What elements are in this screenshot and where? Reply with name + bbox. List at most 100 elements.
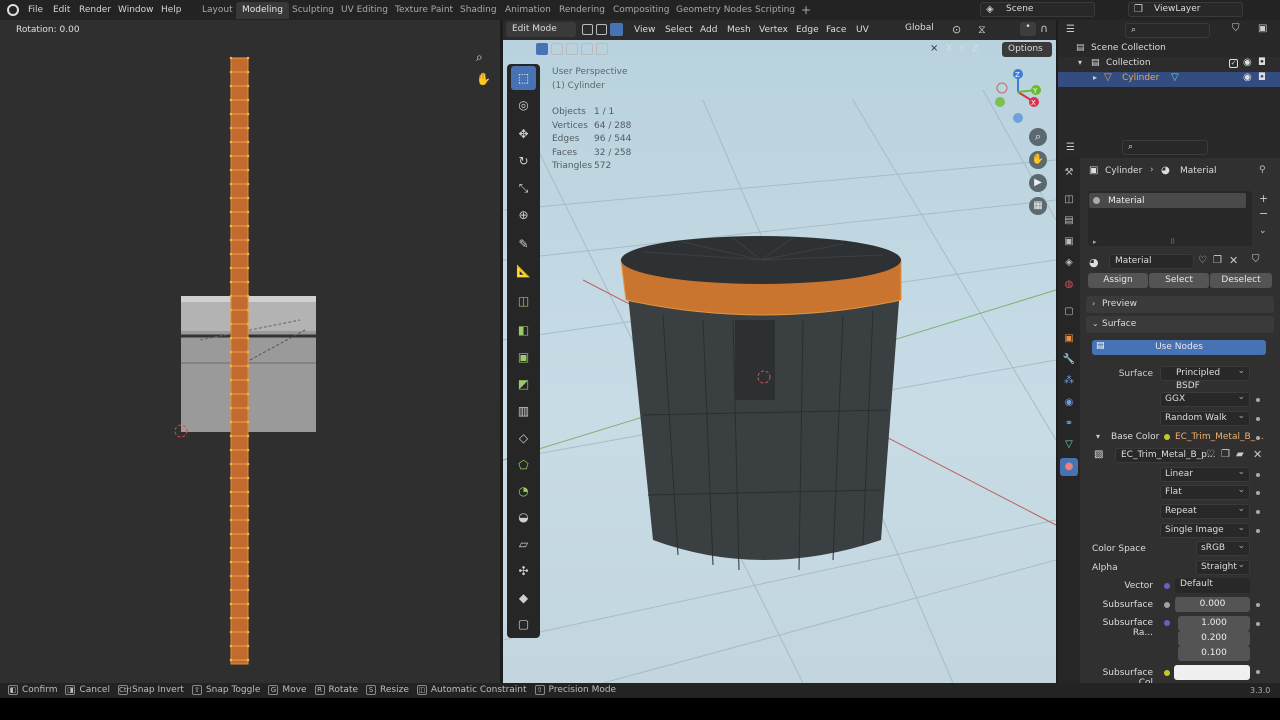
select-mode-edge-icon[interactable] bbox=[596, 24, 607, 35]
menu-edit[interactable]: Edit bbox=[53, 3, 70, 17]
uv-vertex[interactable] bbox=[246, 210, 250, 214]
unlink-material-icon[interactable]: ✕ bbox=[1229, 254, 1238, 267]
color-space-dropdown[interactable]: sRGB bbox=[1196, 540, 1250, 556]
uv-vertex[interactable] bbox=[229, 546, 233, 550]
select-mode-vertex-icon[interactable] bbox=[582, 24, 593, 35]
uv-vertex[interactable] bbox=[229, 462, 233, 466]
uv-vertex[interactable] bbox=[229, 350, 233, 354]
uv-vertex[interactable] bbox=[246, 364, 250, 368]
uv-vertex[interactable] bbox=[229, 616, 233, 620]
duplicate-material-icon[interactable]: ❐ bbox=[1213, 255, 1222, 266]
uv-vertex[interactable] bbox=[246, 336, 250, 340]
select-subtract-icon[interactable] bbox=[566, 43, 578, 55]
add-slot-icon[interactable]: + bbox=[1259, 192, 1268, 205]
uv-vertex[interactable] bbox=[229, 378, 233, 382]
add-cube-tool-icon[interactable]: ◫ bbox=[511, 289, 536, 313]
select-mode-face-icon[interactable] bbox=[610, 23, 623, 36]
viewport-menu-select[interactable]: Select bbox=[665, 23, 693, 37]
uv-vertex[interactable] bbox=[246, 350, 250, 354]
uv-vertex[interactable] bbox=[229, 364, 233, 368]
outliner-search[interactable]: ⌕ bbox=[1125, 23, 1210, 38]
list-expand-icon[interactable]: ▸ bbox=[1093, 238, 1097, 246]
menu-window[interactable]: Window bbox=[118, 3, 154, 17]
uv-vertex[interactable] bbox=[229, 644, 233, 648]
uv-vertex[interactable] bbox=[229, 588, 233, 592]
uv-vertex[interactable] bbox=[229, 448, 233, 452]
uv-vertex[interactable] bbox=[246, 560, 250, 564]
particles-tab-icon[interactable]: ⁂ bbox=[1062, 374, 1076, 388]
uv-vertex[interactable] bbox=[246, 462, 250, 466]
uv-vertex[interactable] bbox=[246, 84, 250, 88]
uv-vertex[interactable] bbox=[246, 532, 250, 536]
uv-vertex[interactable] bbox=[229, 280, 233, 284]
proportional-edit-icon[interactable]: • bbox=[1020, 22, 1036, 36]
tab-sculpting[interactable]: Sculpting bbox=[286, 2, 340, 19]
select-intersect-icon[interactable] bbox=[596, 43, 608, 55]
uv-vertex[interactable] bbox=[229, 112, 233, 116]
uv-vertex[interactable] bbox=[229, 168, 233, 172]
material-filter-icon[interactable]: ⛉ bbox=[1252, 254, 1260, 265]
transform-tool-icon[interactable]: ⊕ bbox=[511, 203, 536, 227]
pan-view-icon[interactable]: ✋ bbox=[476, 72, 491, 86]
uv-vertex[interactable] bbox=[246, 630, 250, 634]
mirror-axis-y[interactable]: Y bbox=[959, 44, 965, 54]
view-layer-tab-icon[interactable]: ▣ bbox=[1062, 235, 1076, 249]
uv-vertex[interactable] bbox=[229, 490, 233, 494]
mirror-axis-x[interactable]: X bbox=[946, 44, 952, 54]
output-tab-icon[interactable]: ▤ bbox=[1062, 214, 1076, 228]
uv-vertex[interactable] bbox=[229, 406, 233, 410]
subsurface-value-field[interactable]: 0.000 bbox=[1175, 597, 1250, 612]
viewport-menu-vertex[interactable]: Vertex bbox=[759, 23, 788, 37]
annotate-tool-icon[interactable]: ✎ bbox=[511, 232, 536, 256]
properties-search[interactable]: ⌕ bbox=[1122, 140, 1208, 155]
add-workspace-icon[interactable]: + bbox=[801, 3, 811, 17]
constraints-tab-icon[interactable]: ⚭ bbox=[1062, 417, 1076, 431]
uv-vertex[interactable] bbox=[246, 280, 250, 284]
keyframe-dot-icon-10[interactable] bbox=[1256, 670, 1260, 674]
edge-slide-tool-icon[interactable]: ▱ bbox=[511, 532, 536, 556]
inset-tool-icon[interactable]: ▣ bbox=[511, 345, 536, 369]
camera-icon[interactable]: ◘ bbox=[1258, 57, 1266, 68]
extension-dropdown[interactable]: Repeat bbox=[1160, 503, 1250, 519]
viewport-menu-mesh[interactable]: Mesh bbox=[727, 23, 751, 37]
uv-vertex[interactable] bbox=[229, 420, 233, 424]
uv-vertex[interactable] bbox=[229, 98, 233, 102]
tab-rendering[interactable]: Rendering bbox=[553, 2, 611, 19]
falloff-icon[interactable]: ∩ bbox=[1040, 22, 1048, 35]
scene-selector[interactable]: Scene bbox=[980, 2, 1095, 17]
uv-vertex[interactable] bbox=[229, 182, 233, 186]
pin-icon[interactable]: ⚲ bbox=[1259, 165, 1266, 175]
select-box-mode-icon[interactable] bbox=[536, 43, 548, 55]
pivot-icon[interactable]: ⊙ bbox=[952, 23, 961, 36]
uv-vertex[interactable] bbox=[229, 560, 233, 564]
collection-tab-icon[interactable]: ▢ bbox=[1062, 305, 1076, 319]
uv-vertex[interactable] bbox=[246, 70, 250, 74]
uv-vertex[interactable] bbox=[229, 196, 233, 200]
uv-vertex[interactable] bbox=[229, 602, 233, 606]
surface-shader-field[interactable]: Principled BSDF bbox=[1160, 365, 1250, 391]
uv-vertex[interactable] bbox=[229, 238, 233, 242]
remove-slot-icon[interactable]: − bbox=[1259, 207, 1268, 220]
alpha-dropdown[interactable]: Straight bbox=[1196, 559, 1250, 575]
uv-vertex[interactable] bbox=[229, 504, 233, 508]
uv-vertex[interactable] bbox=[246, 504, 250, 508]
knife-tool-icon[interactable]: ◇ bbox=[511, 426, 536, 450]
base-color-value[interactable]: EC_Trim_Metal_B_... bbox=[1175, 432, 1264, 442]
uv-vertex[interactable] bbox=[229, 266, 233, 270]
scene-tab-icon[interactable]: ◈ bbox=[1062, 256, 1076, 270]
mirror-icon[interactable]: ⨯ bbox=[930, 43, 938, 54]
select-box-tool-icon[interactable]: ⬚ bbox=[511, 66, 536, 90]
uv-vertex[interactable] bbox=[246, 644, 250, 648]
menu-help[interactable]: Help bbox=[161, 3, 182, 17]
tab-shading[interactable]: Shading bbox=[454, 2, 503, 19]
keyframe-dot-icon-4[interactable] bbox=[1256, 473, 1260, 477]
uv-vertex[interactable] bbox=[229, 336, 233, 340]
uv-vertex[interactable] bbox=[229, 224, 233, 228]
uv-vertex[interactable] bbox=[246, 616, 250, 620]
uv-vertex[interactable] bbox=[229, 84, 233, 88]
perspective-toggle-icon[interactable]: ▦ bbox=[1029, 197, 1047, 215]
image-fake-user-icon[interactable]: ♡ bbox=[1206, 449, 1215, 460]
uv-vertex[interactable] bbox=[229, 140, 233, 144]
uv-vertex[interactable] bbox=[229, 308, 233, 312]
radius-x-field[interactable]: 1.000 bbox=[1178, 616, 1250, 631]
